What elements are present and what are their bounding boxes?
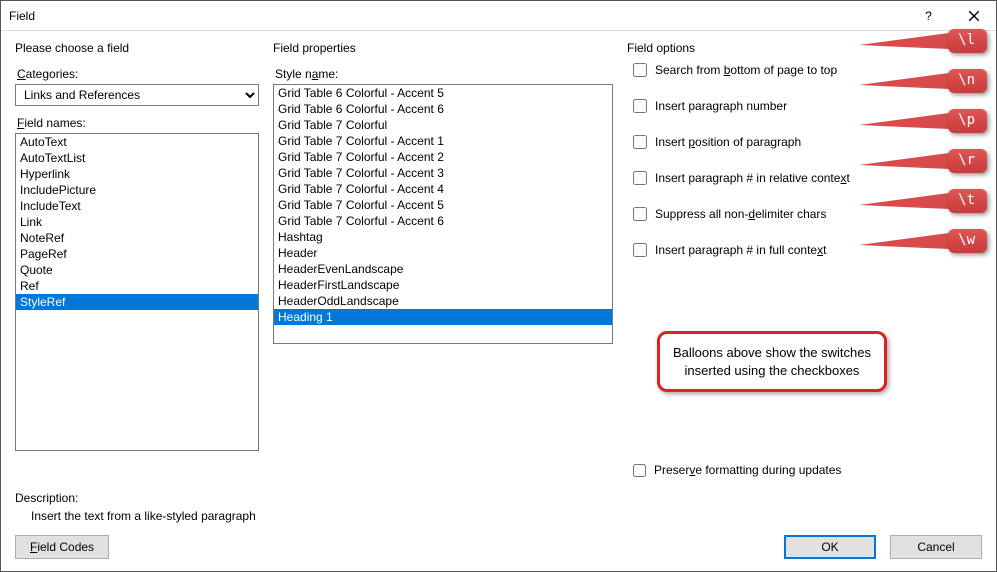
option-label: Search from bottom of page to top — [655, 63, 837, 77]
style-item[interactable]: HeaderOddLandscape — [274, 293, 612, 309]
style-item[interactable]: HeaderEvenLandscape — [274, 261, 612, 277]
option-label: Suppress all non-delimiter chars — [655, 207, 826, 221]
option-checkbox[interactable] — [633, 135, 647, 149]
style-item[interactable]: Header — [274, 245, 612, 261]
annotation-callout: Balloons above show the switches inserte… — [657, 331, 887, 392]
preserve-formatting-label: Preserve formatting during updates — [654, 463, 841, 477]
switch-balloon: \n — [859, 69, 987, 93]
option-label: Insert paragraph # in relative context — [655, 171, 850, 185]
help-button[interactable]: ? — [906, 1, 951, 31]
stylename-listbox[interactable]: Grid Table 6 Colorful - Accent 5Grid Tab… — [273, 84, 613, 344]
style-item[interactable]: Heading 1 — [274, 309, 612, 325]
fieldnames-listbox[interactable]: AutoTextAutoTextListHyperlinkIncludePict… — [15, 133, 259, 451]
description-label: Description: — [15, 491, 982, 505]
ok-button[interactable]: OK — [784, 535, 876, 559]
field-item[interactable]: PageRef — [16, 246, 258, 262]
field-item[interactable]: Hyperlink — [16, 166, 258, 182]
switch-balloon: \t — [859, 189, 987, 213]
style-item[interactable]: Grid Table 7 Colorful — [274, 117, 612, 133]
field-item[interactable]: IncludePicture — [16, 182, 258, 198]
option-label: Insert paragraph # in full context — [655, 243, 826, 257]
switch-balloon: \l — [859, 29, 987, 53]
categories-label: Categories: — [17, 67, 259, 81]
switch-code: \r — [948, 149, 987, 173]
preserve-formatting-row: Preserve formatting during updates — [633, 463, 841, 477]
switch-code: \w — [948, 229, 987, 253]
style-item[interactable]: Grid Table 7 Colorful - Accent 3 — [274, 165, 612, 181]
categories-combo[interactable]: Links and References — [15, 84, 259, 106]
stylename-label: Style name: — [275, 67, 613, 81]
field-item[interactable]: StyleRef — [16, 294, 258, 310]
field-options-group: Field options Search from bottom of page… — [627, 41, 982, 485]
option-checkbox[interactable] — [633, 171, 647, 185]
style-item[interactable]: Grid Table 6 Colorful - Accent 6 — [274, 101, 612, 117]
field-properties-group: Field properties Style name: Grid Table … — [273, 41, 613, 485]
option-label: Insert position of paragraph — [655, 135, 801, 149]
switch-code: \p — [948, 109, 987, 133]
option-checkbox[interactable] — [633, 207, 647, 221]
style-item[interactable]: Grid Table 7 Colorful - Accent 2 — [274, 149, 612, 165]
style-item[interactable]: Hashtag — [274, 229, 612, 245]
close-icon — [968, 10, 980, 22]
switch-balloon: \p — [859, 109, 987, 133]
option-label: Insert paragraph number — [655, 99, 787, 113]
dialog-body: Please choose a field Categories: Links … — [1, 31, 996, 571]
field-item[interactable]: AutoText — [16, 134, 258, 150]
field-dialog: Field ? Please choose a field Categories… — [0, 0, 997, 572]
description-text: Insert the text from a like-styled parag… — [15, 505, 982, 523]
option-row: Insert paragraph # in relative context — [633, 171, 982, 185]
option-checkbox[interactable] — [633, 243, 647, 257]
field-item[interactable]: NoteRef — [16, 230, 258, 246]
switch-balloon: \w — [859, 229, 987, 253]
description-block: Description: Insert the text from a like… — [15, 491, 982, 523]
style-item[interactable]: Grid Table 7 Colorful - Accent 5 — [274, 197, 612, 213]
style-item[interactable]: Grid Table 6 Colorful - Accent 5 — [274, 85, 612, 101]
option-row: Insert position of paragraph — [633, 135, 982, 149]
field-item[interactable]: IncludeText — [16, 198, 258, 214]
style-item[interactable]: Grid Table 7 Colorful - Accent 1 — [274, 133, 612, 149]
fieldnames-label: Field names: — [17, 116, 259, 130]
titlebar: Field ? — [1, 1, 996, 31]
style-item[interactable]: HeaderFirstLandscape — [274, 277, 612, 293]
choose-field-group: Please choose a field Categories: Links … — [15, 41, 259, 485]
field-item[interactable]: Quote — [16, 262, 258, 278]
field-codes-button[interactable]: Field Codes — [15, 535, 109, 559]
style-item[interactable]: Grid Table 7 Colorful - Accent 6 — [274, 213, 612, 229]
field-item[interactable]: AutoTextList — [16, 150, 258, 166]
switch-code: \t — [948, 189, 987, 213]
window-title: Field — [9, 9, 906, 23]
switch-code: \n — [948, 69, 987, 93]
button-row: Field Codes OK Cancel — [15, 535, 982, 559]
choose-field-label: Please choose a field — [15, 41, 259, 55]
close-button[interactable] — [951, 1, 996, 31]
field-item[interactable]: Ref — [16, 278, 258, 294]
switch-balloon: \r — [859, 149, 987, 173]
field-properties-label: Field properties — [273, 41, 613, 55]
option-checkbox[interactable] — [633, 99, 647, 113]
field-item[interactable]: Link — [16, 214, 258, 230]
style-item[interactable]: Grid Table 7 Colorful - Accent 4 — [274, 181, 612, 197]
option-checkbox[interactable] — [633, 63, 647, 77]
cancel-button[interactable]: Cancel — [890, 535, 982, 559]
preserve-formatting-checkbox[interactable] — [633, 464, 646, 477]
switch-code: \l — [948, 29, 987, 53]
